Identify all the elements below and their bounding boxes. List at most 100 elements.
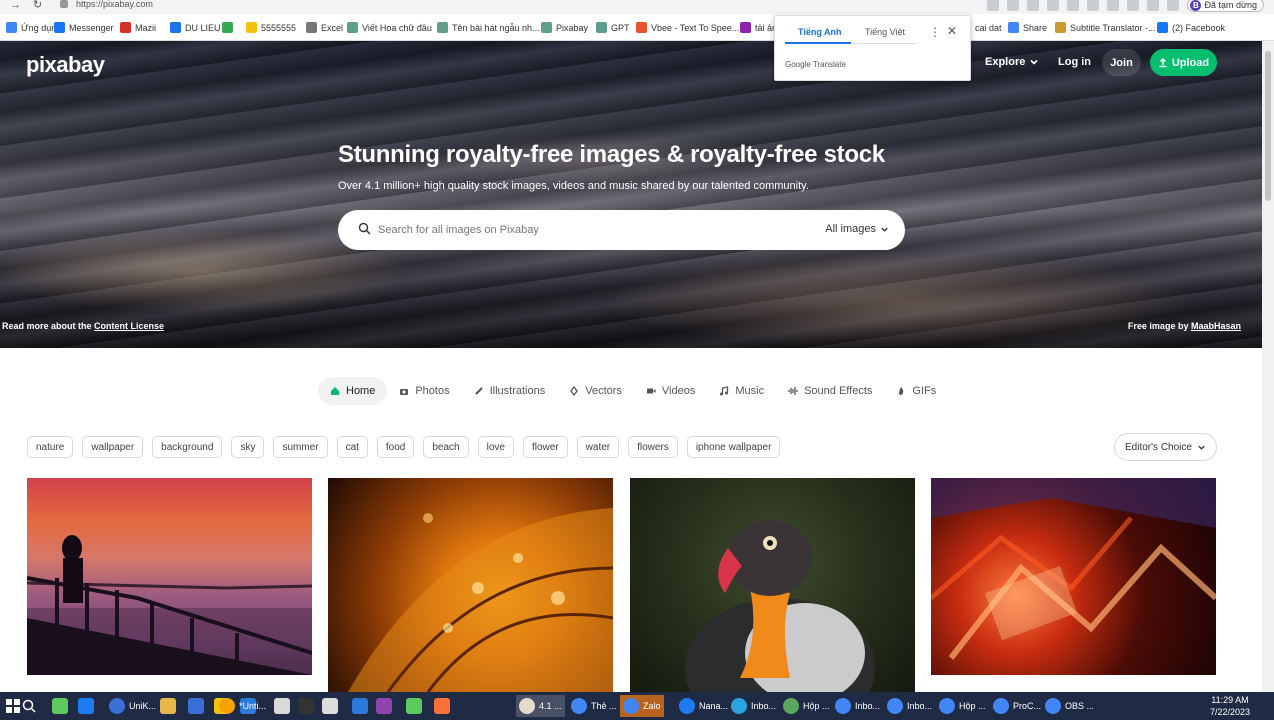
tag-chip[interactable]: flower — [522, 436, 568, 458]
extension-icon[interactable] — [1087, 0, 1100, 11]
bookmark-item[interactable]: Tên bài hát ngẫu nh... — [437, 22, 540, 33]
tag-chip[interactable]: wallpaper — [82, 436, 144, 458]
tab-photos[interactable]: Photos — [387, 377, 461, 405]
tab-videos[interactable]: Videos — [634, 377, 707, 405]
extension-icon[interactable] — [1147, 0, 1160, 11]
sort-select[interactable]: Editor's Choice — [1114, 433, 1217, 461]
bookmark-item[interactable]: Mazii — [120, 22, 156, 33]
tag-chip[interactable]: beach — [423, 436, 469, 458]
bookmark-item[interactable]: Share — [1008, 22, 1047, 33]
photo-card[interactable] — [630, 478, 915, 692]
extension-icon[interactable] — [1107, 0, 1120, 11]
bookmark-item[interactable]: (2) Facebook — [1157, 22, 1225, 33]
share-icon[interactable] — [1027, 0, 1040, 11]
bookmark-item[interactable]: Viết Hoa chữ đầu — [347, 22, 432, 33]
taskbar-window[interactable]: Zalo — [620, 695, 664, 717]
tab-vietnamese[interactable]: Tiếng Việt — [865, 27, 905, 37]
taskbar-window[interactable]: *Unti... — [216, 695, 269, 717]
explore-menu[interactable]: Explore — [985, 56, 1039, 68]
taskbar-app-icon[interactable] — [406, 695, 422, 717]
join-button[interactable]: Join — [1102, 49, 1141, 76]
bookmark-item[interactable]: Ứng dụng — [6, 22, 61, 33]
taskbar-window[interactable]: Nana... — [676, 695, 731, 717]
bookmark-item[interactable]: Subtitle Translator -... — [1055, 22, 1156, 33]
taskbar-window[interactable]: Thẻ ... — [568, 695, 620, 717]
tab-vectors[interactable]: Vectors — [557, 377, 634, 405]
tag-chip[interactable]: flowers — [628, 436, 678, 458]
content-license-link[interactable]: Content License — [94, 321, 164, 331]
extension-icon[interactable] — [1127, 0, 1140, 11]
taskbar-app-icon[interactable] — [322, 695, 338, 717]
extension-icon[interactable] — [987, 0, 1000, 11]
taskbar-window[interactable]: ProC... — [990, 695, 1044, 717]
pixabay-logo[interactable]: pixabay — [26, 52, 105, 78]
taskbar-app-icon[interactable] — [298, 695, 314, 717]
bookmark-item[interactable]: Pixabay — [541, 22, 588, 33]
taskbar-window[interactable]: Inbo... — [832, 695, 883, 717]
tab-gifs[interactable]: GIFs — [884, 377, 948, 405]
tab-music[interactable]: Music — [707, 377, 776, 405]
search-input[interactable] — [378, 220, 798, 240]
login-link[interactable]: Log in — [1058, 56, 1091, 68]
tab-sound-effects[interactable]: Sound Effects — [776, 377, 884, 405]
tab-home[interactable]: Home — [318, 377, 388, 405]
lock-icon[interactable] — [60, 0, 68, 8]
photo-card[interactable] — [931, 478, 1216, 675]
profile-button[interactable]: B Đã tạm dừng — [1187, 0, 1264, 12]
close-icon[interactable]: ✕ — [947, 24, 957, 38]
tag-chip[interactable]: background — [152, 436, 223, 458]
taskbar-app-icon[interactable] — [52, 695, 68, 717]
reload-icon[interactable]: ↻ — [33, 0, 42, 11]
taskbar-app-icon[interactable] — [188, 695, 204, 717]
taskbar-app-icon[interactable] — [160, 695, 176, 717]
extensions-puzzle-icon[interactable] — [1167, 0, 1180, 11]
bookmark-item[interactable]: GPT — [596, 22, 630, 33]
windows-start-icon[interactable] — [6, 695, 20, 717]
author-link[interactable]: MaabHasan — [1191, 321, 1241, 331]
tag-chip[interactable]: sky — [231, 436, 265, 458]
photo-card[interactable] — [328, 478, 613, 692]
bookmark-item[interactable]: Excel — [306, 22, 343, 33]
translate-icon[interactable] — [1007, 0, 1020, 11]
bookmark-item[interactable]: DU LIEU — [170, 22, 221, 33]
taskbar-window[interactable]: Hộp ... — [780, 695, 833, 717]
taskbar-window[interactable]: Hộp ... — [936, 695, 989, 717]
more-options-icon[interactable]: ⋮ — [929, 25, 941, 39]
taskbar-window[interactable]: Inbo... — [884, 695, 935, 717]
taskbar-window[interactable]: OBS ... — [1042, 695, 1097, 717]
scrollbar[interactable] — [1262, 41, 1274, 692]
tag-chip[interactable]: nature — [27, 436, 74, 458]
taskbar-app-icon[interactable] — [274, 695, 290, 717]
tab-illustrations[interactable]: Illustrations — [462, 377, 558, 405]
taskbar-app-icon[interactable] — [434, 695, 450, 717]
tag-chip[interactable]: love — [477, 436, 514, 458]
star-icon[interactable] — [1047, 0, 1060, 11]
search-scope-select[interactable]: All images — [825, 223, 889, 235]
taskbar-app-icon[interactable] — [376, 695, 392, 717]
bookmark-item[interactable]: 5555555 — [246, 22, 296, 33]
taskbar-app-icon[interactable] — [78, 695, 94, 717]
forward-icon[interactable]: → — [10, 0, 21, 11]
bookmark-item[interactable]: tải ản — [740, 22, 777, 33]
address-bar[interactable]: https://pixabay.com — [76, 0, 153, 9]
taskbar-window[interactable]: 4.1 ... — [516, 695, 565, 717]
extension-icon[interactable] — [1067, 0, 1080, 11]
app-icon — [434, 698, 450, 714]
tag-chip[interactable]: food — [376, 436, 415, 458]
upload-button[interactable]: Upload — [1150, 49, 1217, 76]
tag-chip[interactable]: iphone wallpaper — [686, 436, 781, 458]
scrollbar-thumb[interactable] — [1265, 51, 1271, 201]
taskbar-window[interactable]: UniK... — [106, 695, 159, 717]
tag-chip[interactable]: summer — [273, 436, 328, 458]
taskbar-app-icon[interactable] — [352, 695, 368, 717]
search-icon[interactable] — [22, 695, 36, 717]
tag-chip[interactable]: water — [576, 436, 620, 458]
system-clock[interactable]: 11:29 AM 7/22/2023 — [1210, 694, 1250, 718]
bookmark-item[interactable] — [222, 22, 237, 33]
tag-chip[interactable]: cat — [336, 436, 368, 458]
photo-card[interactable] — [27, 478, 312, 675]
bookmark-item[interactable]: Messenger — [54, 22, 114, 33]
taskbar-window[interactable]: Inbo... — [728, 695, 779, 717]
tab-english[interactable]: Tiếng Anh — [798, 27, 842, 37]
bookmark-item[interactable]: Vbee - Text To Spee... — [636, 22, 739, 33]
